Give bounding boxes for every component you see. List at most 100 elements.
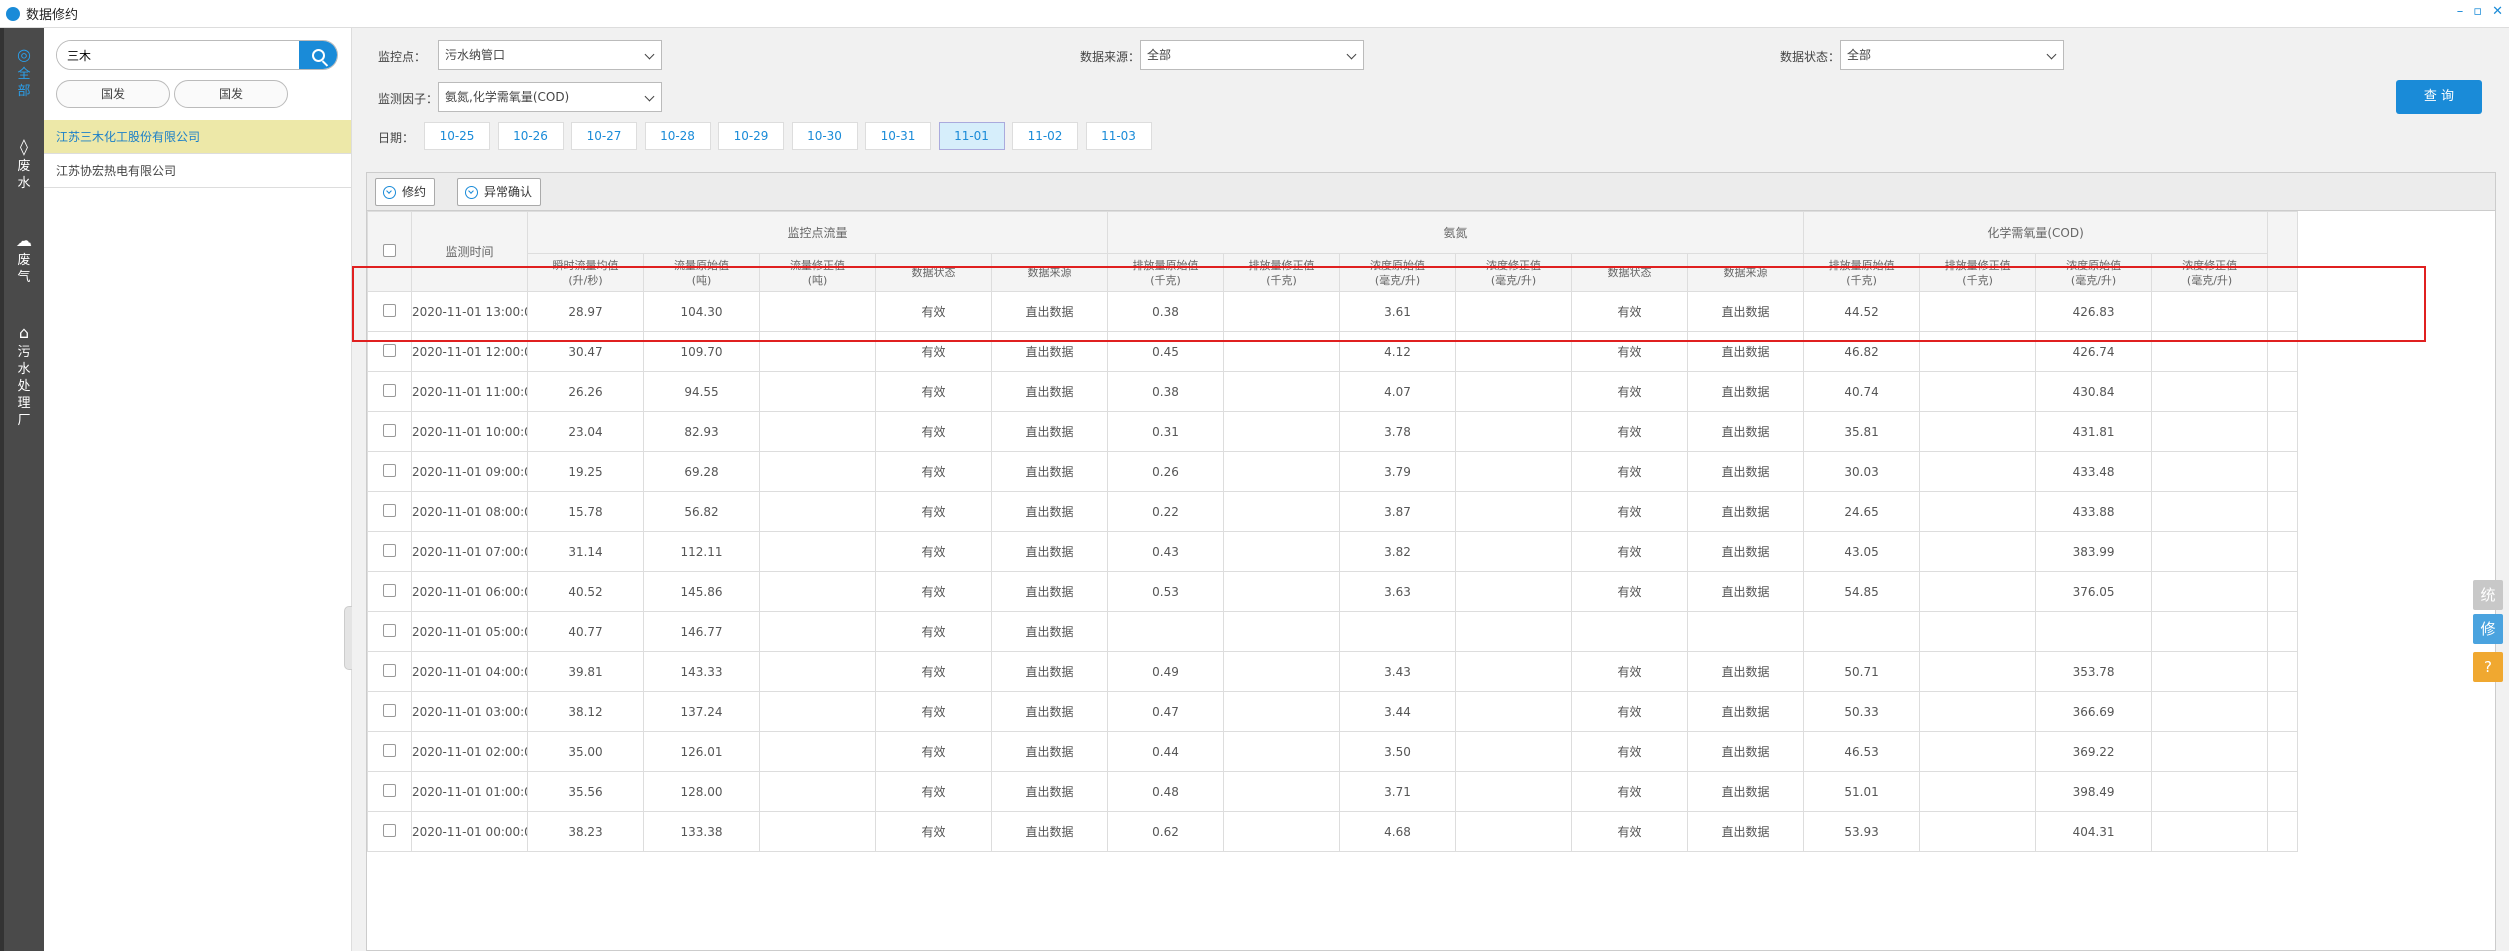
row-checkbox[interactable] (383, 423, 396, 437)
select-all-checkbox[interactable] (383, 243, 396, 257)
date-button[interactable]: 10-26 (497, 122, 564, 150)
nav-item-wastewater[interactable]: ◊ 废水 (4, 138, 44, 192)
table-cell: 直出数据 (991, 811, 1108, 852)
help-tab[interactable]: ? (2473, 652, 2503, 682)
table-cell (2151, 731, 2269, 772)
source-select[interactable]: 全部 (1140, 40, 1364, 70)
date-button[interactable]: 10-25 (424, 122, 490, 150)
table-cell: 直出数据 (1686, 531, 1805, 572)
row-checkbox[interactable] (383, 463, 396, 477)
company-item[interactable]: 江苏三木化工股份有限公司 (44, 120, 351, 154)
table-cell: 3.82 (1339, 531, 1456, 572)
check-circle-icon (465, 186, 478, 199)
table-row[interactable]: 2020-11-01 07:00:00 31.14 112.11 有效 直出数据 0.43… (367, 531, 2299, 572)
confirm-anomaly-button[interactable]: 异常确认 (457, 178, 542, 206)
row-checkbox[interactable] (383, 623, 396, 637)
table-cell (1455, 611, 1572, 652)
chevron-down-icon (1346, 49, 1357, 60)
stats-tab[interactable]: 统 (2473, 580, 2503, 610)
row-checkbox[interactable] (383, 743, 396, 757)
row-checkbox[interactable] (383, 823, 396, 837)
main-content: 监控点： 污水纳管口 数据来源： 全部 数据状态： 全部 监测因子： 氨氮,化学… (352, 28, 2509, 951)
table-row[interactable]: 2020-11-01 08:00:00 15.78 56.82 有效 直出数据 0.22 3… (367, 491, 2299, 532)
status-select[interactable]: 全部 (1840, 40, 2064, 70)
table-cell: 4.12 (1339, 331, 1456, 372)
date-button[interactable]: 10-31 (865, 122, 931, 150)
filler-cell (2267, 291, 2299, 332)
query-button[interactable]: 查 询 (2396, 80, 2482, 114)
row-checkbox[interactable] (383, 503, 396, 517)
table-row[interactable]: 2020-11-01 02:00:00 35.00 126.01 有效 直出数据 0.44… (367, 731, 2299, 772)
date-button[interactable]: 11-03 (1085, 122, 1152, 150)
table-cell (2151, 291, 2269, 332)
filler-cell (2267, 571, 2299, 612)
table-cell: 143.33 (643, 651, 760, 692)
table-row[interactable]: 2020-11-01 10:00:00 23.04 82.93 有效 直出数据 0.31 3… (367, 411, 2299, 452)
table-cell: 433.88 (2035, 491, 2153, 532)
date-button[interactable]: 11-02 (1012, 122, 1078, 150)
table-cell (2151, 611, 2269, 652)
factor-label: 监测因子： (378, 92, 439, 106)
table-cell (1919, 611, 2037, 652)
filter-pill[interactable]: 国发 (174, 80, 288, 108)
table-row[interactable]: 2020-11-01 00:00:00 38.23 133.38 有效 直出数据 0.62… (367, 811, 2299, 852)
nav-item-all[interactable]: ◎ 全部 (4, 46, 44, 100)
search-button[interactable] (299, 41, 337, 69)
row-checkbox[interactable] (383, 783, 396, 797)
row-checkbox[interactable] (383, 703, 396, 717)
row-checkbox[interactable] (383, 663, 396, 677)
table-cell: 30.03 (1803, 451, 1921, 492)
row-checkbox[interactable] (383, 343, 396, 357)
date-button[interactable]: 11-01 (938, 122, 1005, 150)
search-input[interactable] (57, 41, 297, 69)
table-cell: 直出数据 (991, 691, 1108, 732)
table-cell: 30.47 (527, 331, 644, 372)
revise-tab[interactable]: 修 (2473, 614, 2503, 644)
table-cell: 直出数据 (1686, 731, 1805, 772)
date-button[interactable]: 10-29 (718, 122, 784, 150)
table-cell: 直出数据 (991, 611, 1108, 652)
company-item[interactable]: 江苏协宏热电有限公司 (44, 154, 351, 188)
table-cell (1919, 291, 2037, 332)
factor-select[interactable]: 氨氮,化学需氧量(COD) (438, 82, 662, 112)
row-select-cell (367, 331, 412, 372)
table-row[interactable]: 2020-11-01 03:00:00 38.12 137.24 有效 直出数据 0.47… (367, 691, 2299, 732)
table-cell: 2020-11-01 08:00:00 (411, 491, 528, 532)
nav-item-sewage-plant[interactable]: ⌂ 污水处理厂 (4, 324, 44, 429)
revise-button[interactable]: 修约 (375, 178, 436, 206)
table-row[interactable]: 2020-11-01 13:00:00 28.97 104.30 有效 直出数据 0.38… (367, 291, 2299, 332)
table-cell: 2020-11-01 07:00:00 (411, 531, 528, 572)
status-select-value: 全部 (1847, 48, 1872, 62)
table-cell: 0.45 (1107, 331, 1224, 372)
window-titlebar: 数据修约 – ▫ ✕ (0, 0, 2509, 28)
row-checkbox[interactable] (383, 583, 396, 597)
row-checkbox[interactable] (383, 543, 396, 557)
table-cell: 2020-11-01 09:00:00 (411, 451, 528, 492)
date-button[interactable]: 10-27 (571, 122, 637, 150)
row-checkbox[interactable] (383, 303, 396, 317)
nav-item-waste-gas[interactable]: ☁ 废气 (4, 232, 44, 286)
table-cell: 431.81 (2035, 411, 2153, 452)
table-row[interactable]: 2020-11-01 01:00:00 35.56 128.00 有效 直出数据 0.48… (367, 771, 2299, 812)
table-row[interactable]: 2020-11-01 04:00:00 39.81 143.33 有效 直出数据 0.49… (367, 651, 2299, 692)
table-cell (1455, 491, 1572, 532)
date-button[interactable]: 10-28 (644, 122, 711, 150)
point-select[interactable]: 污水纳管口 (438, 40, 662, 70)
table-cell: 直出数据 (991, 571, 1108, 612)
date-button[interactable]: 10-30 (791, 122, 858, 150)
table-row[interactable]: 2020-11-01 11:00:00 26.26 94.55 有效 直出数据 0.38 4… (367, 371, 2299, 412)
minimize-icon[interactable]: – (2457, 4, 2464, 19)
table-cell: 0.38 (1107, 371, 1224, 412)
table-cell (1455, 691, 1572, 732)
table-cell: 0.48 (1107, 771, 1224, 812)
table-cell: 39.81 (527, 651, 644, 692)
table-row[interactable]: 2020-11-01 05:00:00 40.77 146.77 有效 直出数据 (367, 611, 2299, 652)
row-checkbox[interactable] (383, 383, 396, 397)
close-icon[interactable]: ✕ (2492, 4, 2503, 19)
table-cell: 4.68 (1339, 811, 1456, 852)
table-row[interactable]: 2020-11-01 12:00:00 30.47 109.70 有效 直出数据 0.45… (367, 331, 2299, 372)
table-row[interactable]: 2020-11-01 09:00:00 19.25 69.28 有效 直出数据 0.26 3… (367, 451, 2299, 492)
table-row[interactable]: 2020-11-01 06:00:00 40.52 145.86 有效 直出数据 0.53… (367, 571, 2299, 612)
filter-pill[interactable]: 国发 (56, 80, 170, 108)
restore-icon[interactable]: ▫ (2473, 4, 2482, 19)
